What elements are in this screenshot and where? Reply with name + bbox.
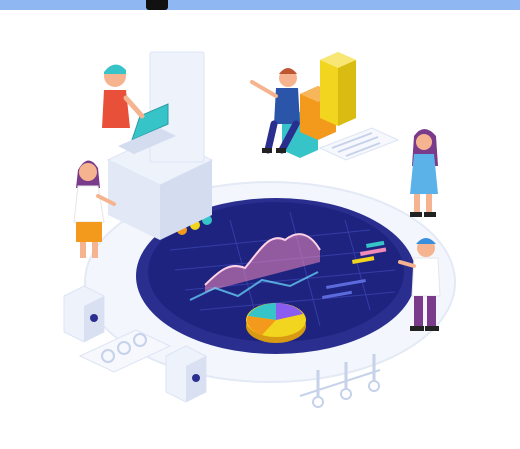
server-icon	[165, 345, 207, 403]
person-at-laptop	[102, 64, 145, 128]
pie-chart-icon	[246, 303, 306, 343]
server-icon	[63, 285, 105, 343]
person-right-woman	[410, 129, 438, 217]
analytics-illustration	[63, 51, 456, 408]
